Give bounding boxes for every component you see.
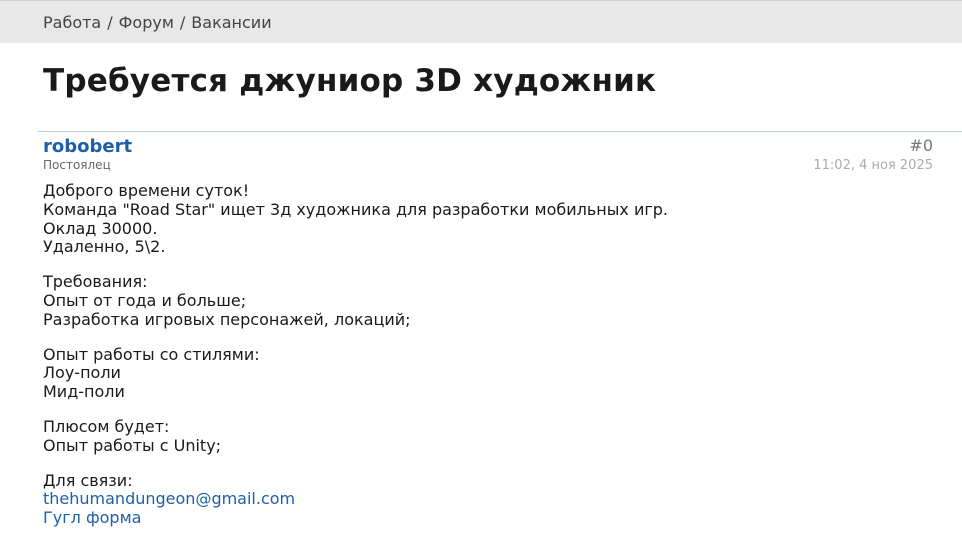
breadcrumb: Работа / Форум / Вакансии: [0, 0, 962, 43]
post-line: Требования:: [43, 272, 148, 292]
post-line: Для связи:: [43, 470, 133, 490]
post-author-role: Постоялец: [43, 158, 111, 172]
post-line: Плюсом будет:: [43, 416, 170, 436]
breadcrumb-item-work[interactable]: Работа: [43, 13, 101, 32]
post-paragraph: Плюсом будет: Опыт работы с Unity;: [43, 416, 923, 456]
post-date: 11:02, 4 ноя 2025: [813, 158, 933, 173]
post-line: Команда "Road Star" ищет 3д художника дл…: [43, 199, 668, 219]
post-line: Разработка игровых персонажей, локаций;: [43, 309, 411, 329]
post-line: Опыт от года и больше;: [43, 290, 247, 310]
post-body: Доброго времени суток! Команда "Road Sta…: [43, 181, 923, 544]
post-number-link[interactable]: #0: [909, 136, 933, 155]
post-line: Лоу-поли: [43, 363, 121, 383]
post-author-link[interactable]: robobert: [43, 136, 132, 157]
post-paragraph: Опыт работы со стилями: Лоу-поли Мид-пол…: [43, 344, 923, 402]
post-line: Доброго времени суток!: [43, 181, 250, 200]
post-line: Опыт работы со стилями:: [43, 344, 260, 364]
breadcrumb-separator: /: [107, 12, 113, 32]
breadcrumb-separator: /: [179, 12, 186, 32]
breadcrumb-item-forum[interactable]: Форум: [119, 13, 174, 32]
post-paragraph-contacts: Для связи: thehumandungeon@gmail.com Гуг…: [43, 470, 923, 528]
contact-email-link[interactable]: thehumandungeon@gmail.com: [43, 490, 923, 509]
post-divider: [38, 131, 962, 132]
page-title: Требуется джуниор 3D художник: [43, 63, 657, 99]
breadcrumb-item-vacancies[interactable]: Вакансии: [191, 13, 271, 32]
post-paragraph: Доброго времени суток! Команда "Road Sta…: [43, 181, 923, 257]
post-line: Оклад 30000.: [43, 218, 158, 238]
post-paragraph: Требования: Опыт от года и больше; Разра…: [43, 272, 923, 329]
post-line: Мид-поли: [43, 382, 125, 402]
contact-form-link[interactable]: Гугл форма: [43, 508, 923, 528]
post-line: Опыт работы с Unity;: [43, 435, 222, 455]
post-line: Удаленно, 5\2.: [43, 237, 166, 257]
